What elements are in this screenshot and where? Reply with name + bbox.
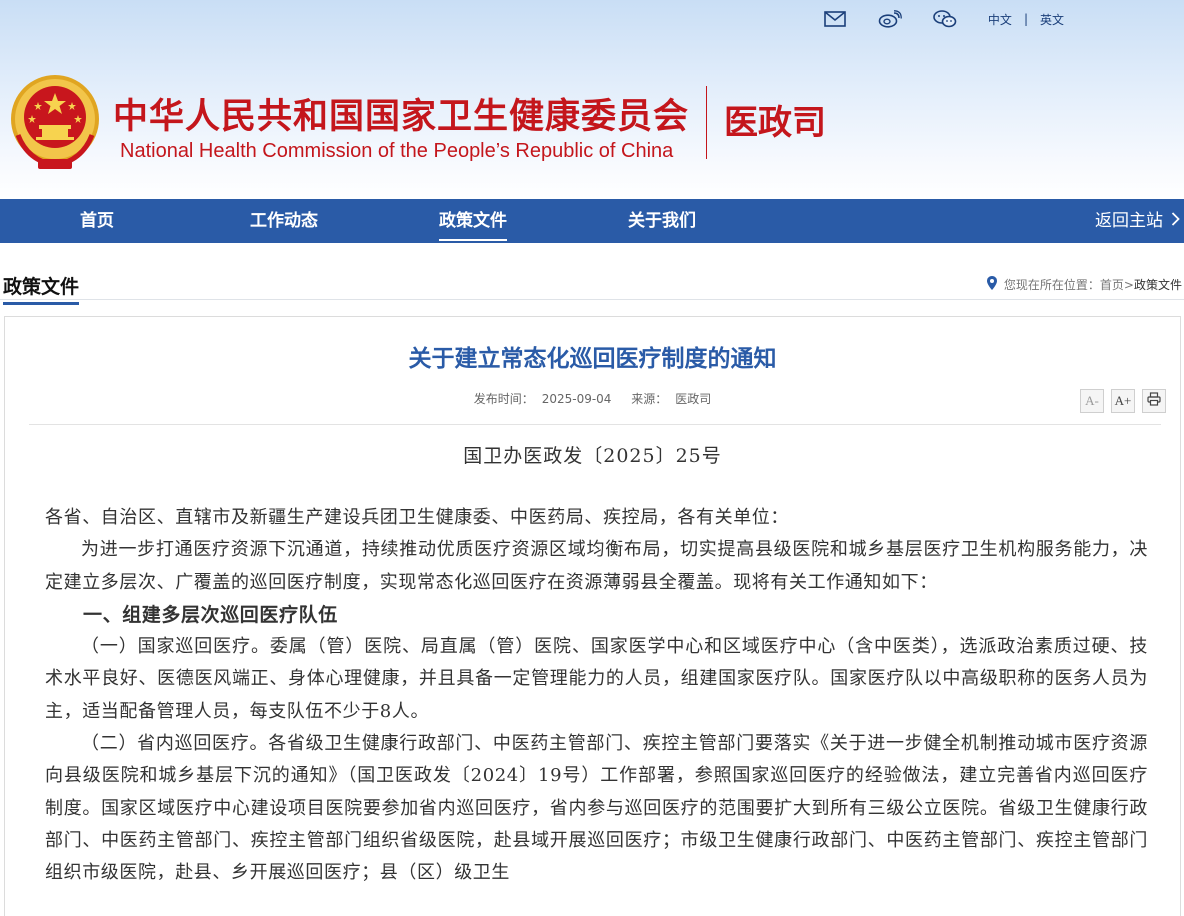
intro-paragraph: 为进一步打通医疗资源下沉通道，持续推动优质医疗资源区域均衡布局，切实提高县级医院… xyxy=(45,539,1148,593)
mail-icon[interactable] xyxy=(823,9,847,29)
article-container: 关于建立常态化巡回医疗制度的通知 发布时间： 2025-09-04 来源： 医政司 … xyxy=(4,316,1181,916)
paragraph-lead: （二）省内巡回医疗。 xyxy=(81,733,269,755)
national-emblem-logo[interactable] xyxy=(8,73,102,173)
breadcrumb-home[interactable]: 首页 xyxy=(1100,276,1124,293)
print-button[interactable] xyxy=(1142,389,1166,413)
location-pin-icon xyxy=(986,276,997,293)
site-title-english: National Health Commission of the People… xyxy=(120,140,674,162)
paragraph-text: 各省级卫生健康行政部门、中医药主管部门、疾控主管部门要落实《关于进一步健全机制推… xyxy=(45,733,1148,884)
lang-separator: | xyxy=(1023,12,1028,26)
section-heading-1: 一、组建多层次巡回医疗队伍 xyxy=(83,603,338,626)
lang-cn-link[interactable]: 中文 xyxy=(988,11,1012,28)
source-value: 医政司 xyxy=(675,392,712,406)
printer-icon xyxy=(1147,392,1161,410)
salutation: 各省、自治区、直辖市及新疆生产建设兵团卫生健康委、中医药局、疾控局，各有关单位： xyxy=(45,507,789,528)
article-title: 关于建立常态化巡回医疗制度的通知 xyxy=(408,346,777,372)
publish-date: 2025-09-04 xyxy=(541,392,612,406)
article-divider xyxy=(29,424,1161,425)
paragraph-provincial-tour: （二）省内巡回医疗。各省级卫生健康行政部门、中医药主管部门、疾控主管部门要落实《… xyxy=(45,728,1148,889)
breadcrumb: 您现在所在位置： 首页 > 政策文件 xyxy=(986,276,1182,293)
article-tools: A- A+ xyxy=(1073,389,1166,413)
article-body: 各省、自治区、直辖市及新疆生产建设兵团卫生健康委、中医药局、疾控局，各有关单位：… xyxy=(45,502,1148,890)
top-links: 中文 | 英文 xyxy=(823,8,1184,30)
section-bar: 政策文件 您现在所在位置： 首页 > 政策文件 xyxy=(0,265,1184,305)
publish-label: 发布时间： xyxy=(473,392,534,406)
site-header: 中文 | 英文 中华人民共和国国家卫生健康委员会 National Health… xyxy=(0,0,1184,199)
breadcrumb-separator: > xyxy=(1123,277,1134,292)
main-nav: 首页 工作动态 政策文件 关于我们 返回主站 xyxy=(0,199,1184,243)
lang-en-link[interactable]: 英文 xyxy=(1040,11,1064,28)
location-label: 您现在所在位置： xyxy=(1003,278,1100,292)
back-to-main-site-label: 返回主站 xyxy=(1095,211,1163,231)
paragraph-lead: （一）国家巡回医疗。 xyxy=(81,636,270,658)
font-decrease-button[interactable]: A- xyxy=(1080,389,1104,413)
department-name: 医政司 xyxy=(724,103,826,143)
section-title: 政策文件 xyxy=(3,272,80,305)
site-title-chinese: 中华人民共和国国家卫生健康委员会 xyxy=(113,97,690,137)
chevron-right-icon xyxy=(1171,199,1180,243)
document-number: 国卫办医政发〔2025〕25号 xyxy=(463,445,722,467)
publish-time: 发布时间： 2025-09-04 xyxy=(470,392,616,406)
paragraph-national-tour: （一）国家巡回医疗。委属（管）医院、局直属（管）医院、国家医学中心和区域医疗中心… xyxy=(45,631,1148,728)
back-to-main-site-link[interactable]: 返回主站 xyxy=(1095,199,1180,243)
wechat-icon[interactable] xyxy=(933,9,957,29)
nav-item-about-us[interactable]: 关于我们 xyxy=(628,199,696,243)
nav-item-policy-documents[interactable]: 政策文件 xyxy=(439,199,507,243)
weibo-icon[interactable] xyxy=(878,9,902,29)
nav-item-home[interactable]: 首页 xyxy=(80,199,114,243)
breadcrumb-current[interactable]: 政策文件 xyxy=(1134,276,1182,293)
font-increase-button[interactable]: A+ xyxy=(1111,389,1135,413)
title-divider xyxy=(706,86,707,159)
article-meta: 发布时间： 2025-09-04 来源： 医政司 xyxy=(5,390,1180,407)
nav-item-work-news[interactable]: 工作动态 xyxy=(250,199,318,243)
article-source: 来源： 医政司 xyxy=(627,392,715,406)
source-label: 来源： xyxy=(631,392,668,406)
